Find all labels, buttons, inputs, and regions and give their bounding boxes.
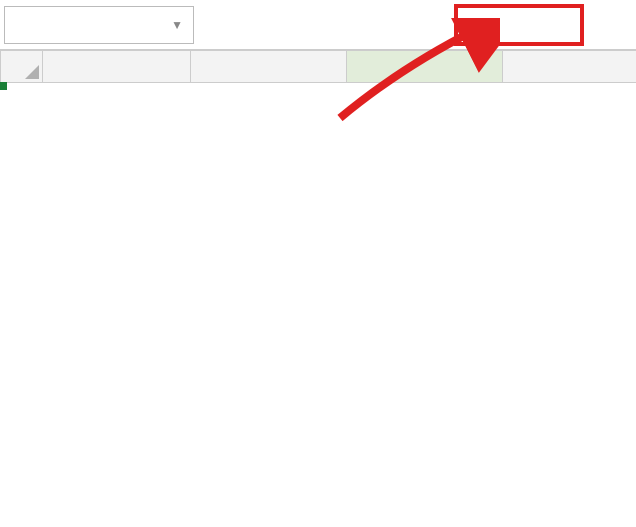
formula-input-highlight	[454, 4, 584, 46]
formula-bar-buttons	[294, 12, 428, 38]
col-header-C[interactable]	[347, 51, 503, 83]
active-cell-outline	[0, 83, 6, 89]
chevron-down-icon[interactable]: ▼	[171, 18, 183, 32]
col-header-A[interactable]	[43, 51, 191, 83]
col-header-B[interactable]	[191, 51, 347, 83]
spreadsheet-grid[interactable]	[0, 50, 636, 83]
cancel-icon[interactable]	[294, 12, 320, 38]
fill-handle[interactable]	[0, 82, 7, 90]
select-all-corner[interactable]	[1, 51, 43, 83]
formula-bar: ▼	[0, 0, 636, 50]
col-header-D[interactable]	[503, 51, 636, 83]
fx-icon[interactable]	[402, 12, 428, 38]
name-box[interactable]: ▼	[4, 6, 194, 44]
accept-icon[interactable]	[348, 12, 374, 38]
